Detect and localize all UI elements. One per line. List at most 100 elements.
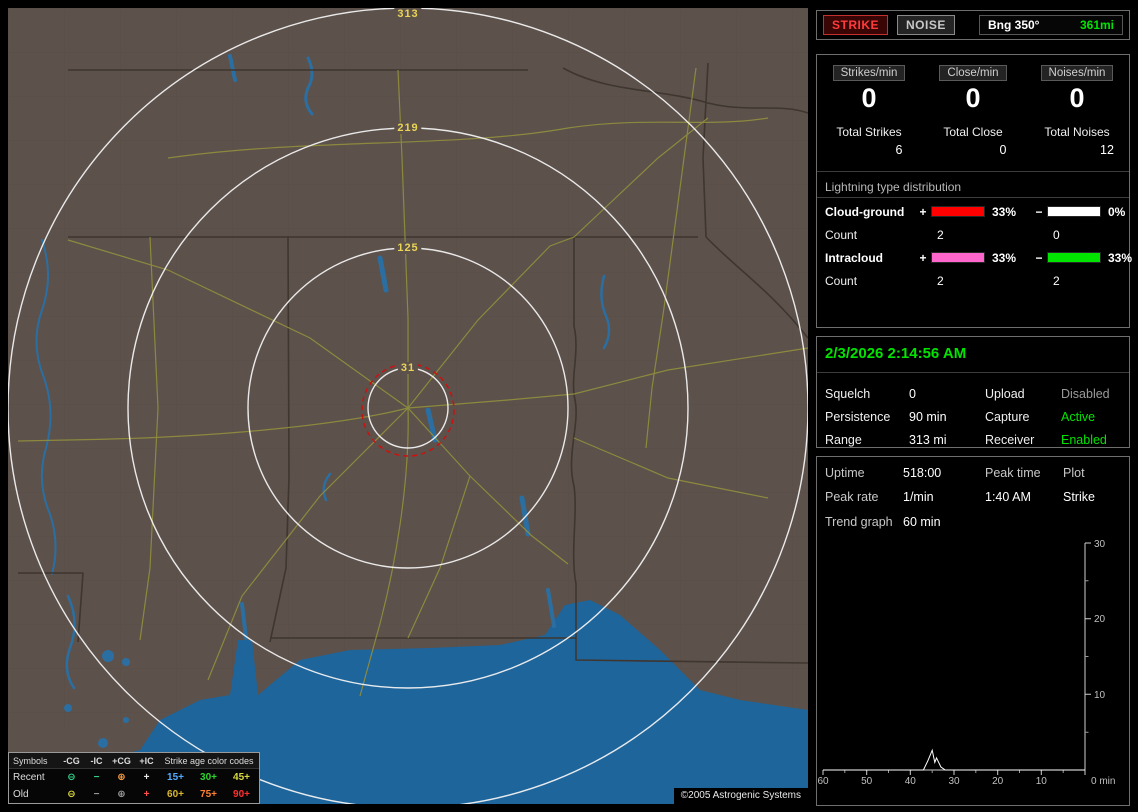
legend-col-pcg: +CG [112,755,131,766]
total-strikes-label: Total Strikes [836,124,902,139]
range-ring-label: 31 [397,362,419,374]
circle-plus-icon: ⊕ [117,789,126,800]
range-ring-label: 219 [394,122,422,134]
receiver-status: Enabled [1061,433,1107,447]
circle-minus-icon: ⊖ [67,789,76,800]
plus-icon: + [143,789,150,800]
plus-sign: + [919,204,927,219]
uptime-label: Uptime [825,466,865,480]
range-value: 313 mi [909,433,947,447]
close-per-min-value: 0 [965,83,981,113]
age-90: 90+ [233,789,250,800]
strike-legend: Symbols -CG -IC +CG +IC Strike age color… [8,752,260,804]
bearing-readout: Bng 350° 361mi [979,15,1123,35]
range-label: Range [825,433,862,447]
y-tick-20: 20 [1094,614,1106,625]
minus-ic-color-bar [1047,252,1101,264]
upload-status: Disabled [1061,387,1110,401]
circle-minus-icon: ⊖ [67,772,76,783]
legend-header: Symbols -CG -IC +CG +IC Strike age color… [9,753,259,769]
strikes-column: Strikes/min 0 Total Strikes 6 [817,63,921,157]
x-tick-60: 60 [817,776,829,787]
squelch-value: 0 [909,387,916,401]
divider [817,170,1129,172]
close-per-min-header: Close/min [939,65,1007,81]
legend-symbols-header: Symbols [13,755,48,766]
persistence-value: 90 min [909,410,947,424]
plus-sign: + [919,250,927,265]
strikes-per-min-header: Strikes/min [832,65,906,81]
trend-panel: Uptime 518:00 Peak time Plot Peak rate 1… [816,456,1130,806]
range-ring-label: 125 [394,242,422,254]
legend-col--cg: -CG [63,755,80,766]
status-panel: 2/3/2026 2:14:56 AM Squelch 0 Upload Dis… [816,336,1130,448]
minus-sign: − [1035,250,1043,265]
persistence-label: Persistence [825,410,891,424]
legend-row-recent: Recent ⊖ − ⊕ + 15+ 30+ 45+ [9,769,259,786]
peak-rate-label: Peak rate [825,490,879,504]
intracloud-row: Intracloud + 33% − 33% [825,250,1133,265]
divider [817,196,1129,198]
age-45: 45+ [233,772,250,783]
minus-ic-count: 2 [1053,273,1060,288]
mode-toolbar: STRIKE NOISE Bng 350° 361mi [816,10,1130,40]
peak-time-label: Peak time [985,466,1041,480]
cloud-ground-row: Cloud-ground + 33% − 0% [817,205,1129,219]
x-end-label: 0 min [1091,776,1115,787]
minus-cg-color-bar [1047,206,1101,218]
minus-cg-count: 0 [1053,227,1060,242]
datetime-readout: 2/3/2026 2:14:56 AM [825,345,967,362]
capture-label: Capture [985,410,1030,424]
y-minor-ticks [1085,580,1089,733]
minus-ic-percent: 33% [1108,250,1133,265]
y-tick-10: 10 [1094,690,1106,701]
plus-cg-count: 2 [937,227,944,242]
total-close-label: Total Close [943,124,1003,139]
y-major-ticks [1085,542,1091,695]
peak-rate-value: 1/min [903,490,934,504]
intracloud-count-row: Count 2 2 [817,274,1129,288]
legend-age-header: Strike age color codes [164,755,254,766]
plus-ic-color-bar [931,252,985,264]
noise-button[interactable]: NOISE [897,15,955,35]
trend-window-value: 60 min [903,515,941,529]
circle-plus-icon: ⊕ [117,772,126,783]
bearing-value: 361mi [1079,18,1114,32]
uptime-value: 518:00 [903,466,942,480]
age-75: 75+ [200,789,217,800]
cloud-ground-count-row: Count 2 0 [817,228,1129,242]
age-60: 60+ [167,789,184,800]
x-tick-50: 50 [861,776,873,787]
trend-graph-label: Trend graph [825,515,893,529]
bearing-label: Bng 350° [988,18,1040,32]
age-30: 30+ [200,772,217,783]
plus-cg-percent: 33% [992,204,1017,219]
plot-label: Plot [1063,466,1085,480]
noises-per-min-value: 0 [1069,83,1085,113]
plus-ic-percent: 33% [992,250,1017,265]
capture-status: Active [1061,410,1096,424]
upload-label: Upload [985,387,1025,401]
trend-chart: 30 20 10 60 50 40 30 20 10 0 min [817,539,1115,787]
x-major-ticks [822,770,1086,775]
plus-cg-color-bar [931,206,985,218]
noises-per-min-header: Noises/min [1040,65,1114,81]
squelch-label: Squelch [825,387,871,401]
age-15: 15+ [167,772,184,783]
minus-icon: − [93,772,100,783]
x-tick-30: 30 [948,776,960,787]
peak-time-value: 1:40 AM [985,490,1031,504]
copyright: ©2005 Astrogenic Systems [673,788,808,804]
y-tick-30: 30 [1094,539,1106,550]
range-ring-label: 313 [394,8,422,20]
plus-ic-count: 2 [937,273,944,288]
trend-line [823,748,1085,771]
map-view[interactable]: 313 219 125 31 Symbols -CG -IC +CG +IC S… [8,8,808,804]
total-noises-label: Total Noises [1044,124,1110,139]
legend-col--ic: -IC [90,755,103,766]
receiver-label: Receiver [985,433,1035,447]
legend-col-pic: +IC [139,755,154,766]
distribution-title: Lightning type distribution [825,179,962,194]
strike-button[interactable]: STRIKE [823,15,889,35]
total-close-value: 0 [999,142,1007,157]
